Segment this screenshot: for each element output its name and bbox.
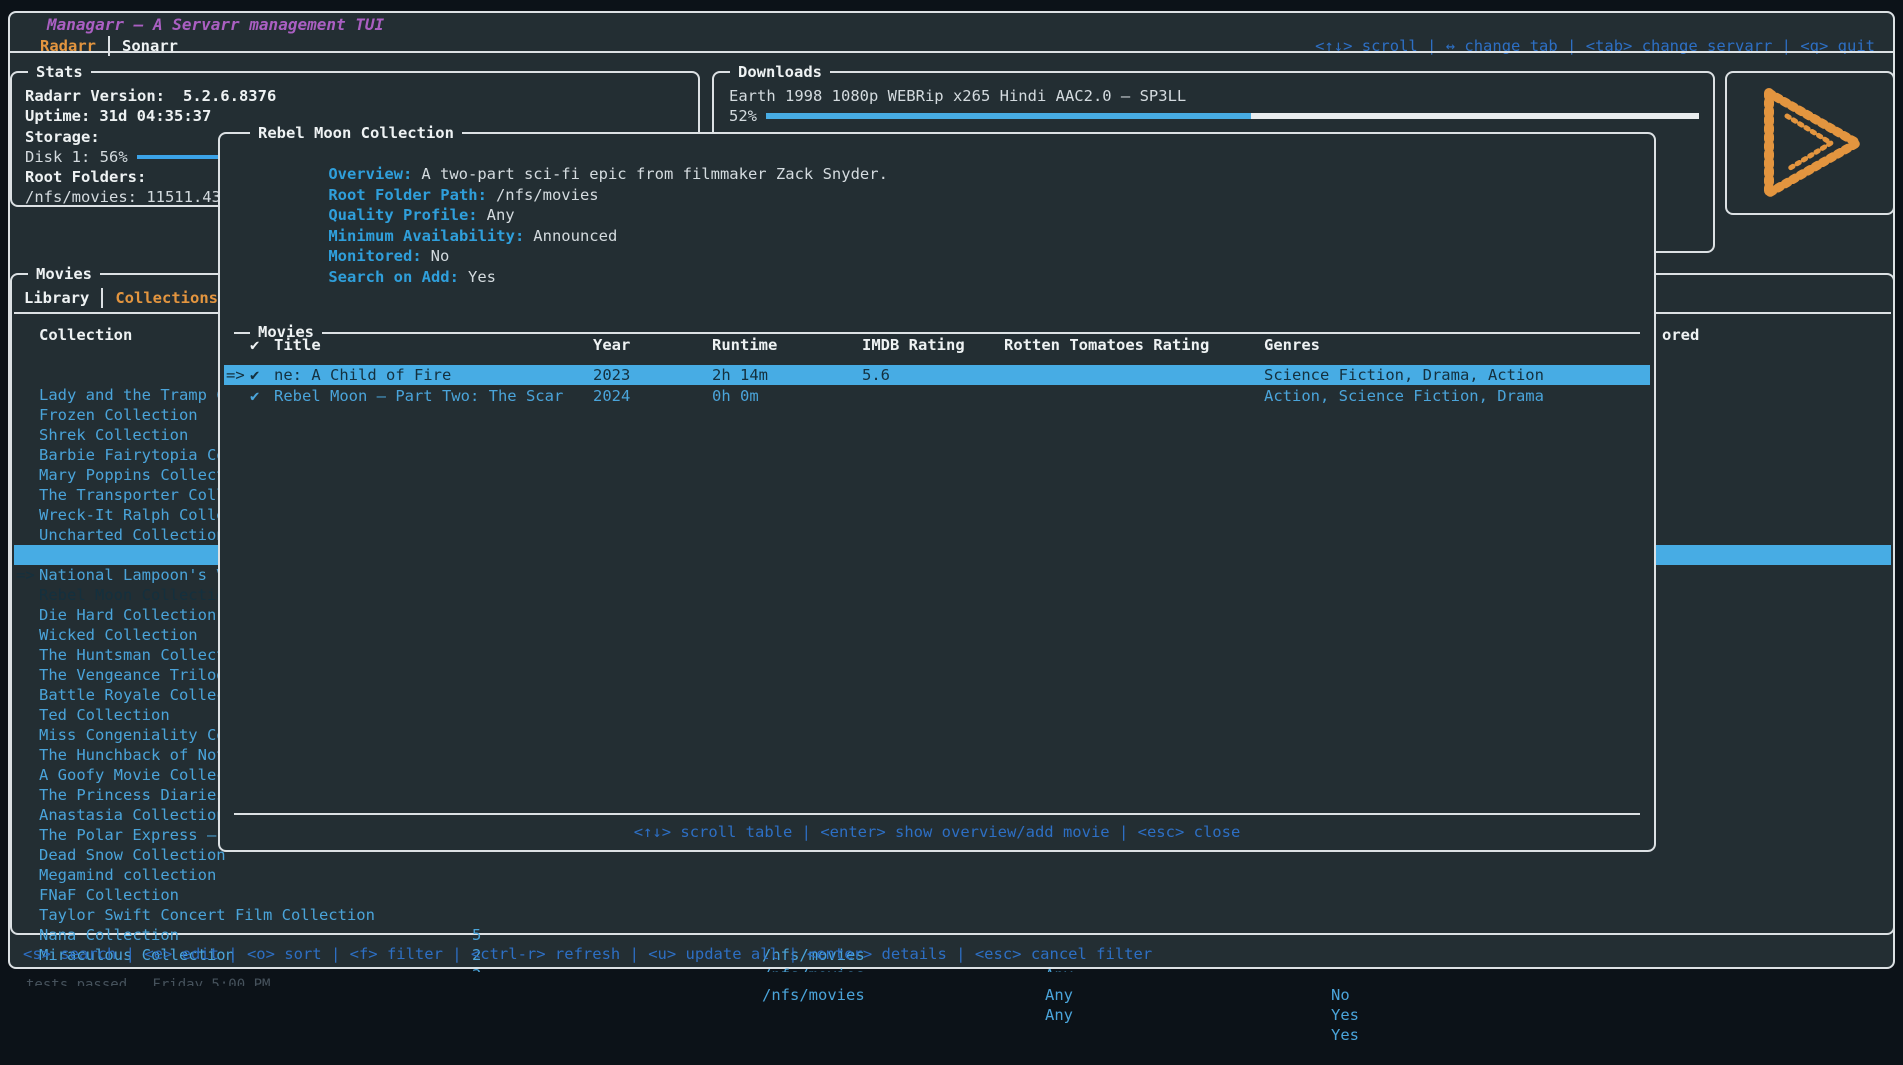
movie-year: 2023 bbox=[593, 365, 630, 385]
col-header-genres: Genres bbox=[1264, 335, 1320, 355]
col-header-runtime: Runtime bbox=[712, 335, 777, 355]
tab-collections[interactable]: Collections bbox=[115, 289, 218, 307]
download-progress-line: 52% bbox=[729, 106, 1705, 126]
collection-root-folder: /nfs/movies bbox=[762, 985, 865, 1005]
col-header-rotten-tomatoes: Rotten Tomatoes Rating bbox=[1004, 335, 1209, 355]
terminal-status-text: tests passed Friday 5:00 PM bbox=[26, 977, 270, 986]
movies-tabs: Library Collections bbox=[24, 288, 232, 308]
terminal-screen: Managarr – A Servarr management TUI Rada… bbox=[0, 0, 1903, 986]
collection-row[interactable]: Taylor Swift Concert Film Collection 5 /… bbox=[14, 865, 1891, 885]
movies-table-top-border bbox=[234, 332, 1640, 334]
terminal-status-bar: tests passed Friday 5:00 PM bbox=[0, 972, 1903, 986]
col-header-title: Title bbox=[274, 335, 321, 355]
modal-field: Overview:A two-part sci-fi epic from fil… bbox=[235, 144, 888, 164]
monitored-header-fragment: ored bbox=[1662, 325, 1699, 345]
logo-panel bbox=[1725, 71, 1895, 215]
selected-row-marker: => bbox=[226, 365, 245, 385]
check-icon: ✔ bbox=[250, 365, 259, 385]
movie-row[interactable]: ✔ Rebel Moon – Part Two: The Scar 2024 0… bbox=[224, 386, 1650, 406]
collection-column-header: Collection bbox=[39, 325, 132, 345]
modal-field: Monitored:No bbox=[235, 226, 449, 246]
collection-quality-profile: Any bbox=[1045, 1005, 1073, 1025]
movie-genres: Science Fiction, Drama, Action bbox=[1264, 365, 1544, 385]
app-title: Managarr – A Servarr management TUI bbox=[40, 15, 391, 34]
col-header-year: Year bbox=[593, 335, 630, 355]
movies-table-bottom-border bbox=[234, 813, 1640, 815]
collection-quality-profile: Any bbox=[1045, 985, 1073, 1005]
movies-panel-title: Movies bbox=[28, 264, 100, 284]
version-value: 5.2.6.8376 bbox=[183, 87, 276, 105]
uptime-value: 31d 04:35:37 bbox=[99, 107, 211, 125]
col-header-check-icon: ✔ bbox=[250, 335, 259, 355]
collection-row[interactable]: Nana Collection 2 /nfs/movies Any Yes bbox=[14, 885, 1891, 905]
modal-field-label: Search on Add: bbox=[328, 268, 459, 286]
root-folder-value: /nfs/movies: 11511.43 GB bbox=[25, 187, 249, 207]
header-separator bbox=[10, 51, 1893, 53]
keybinding-hints-top: <↑↓> scroll | ↔ change tab | <tab> chang… bbox=[1315, 36, 1875, 56]
collection-monitored: No bbox=[1331, 985, 1350, 1005]
collection-details-modal: Rebel Moon Collection Overview:A two-par… bbox=[218, 132, 1656, 852]
radarr-logo-icon bbox=[1747, 86, 1873, 200]
collection-row[interactable]: Miraculous Collection 2 /nfs/movies Any … bbox=[14, 905, 1891, 925]
collection-movie-count: 5 bbox=[472, 925, 481, 945]
stats-panel-title: Stats bbox=[28, 62, 91, 82]
stats-uptime-line: Uptime: 31d 04:35:37 bbox=[25, 106, 211, 126]
keybinding-hints-bottom: <s> search | <e> edit | <o> sort | <f> f… bbox=[23, 944, 1152, 964]
col-header-imdb: IMDB Rating bbox=[862, 335, 965, 355]
download-item-title: Earth 1998 1080p WEBRip x265 Hindi AAC2.… bbox=[729, 86, 1186, 106]
modal-field: Root Folder Path:/nfs/movies bbox=[235, 165, 599, 185]
downloads-panel-title: Downloads bbox=[730, 62, 830, 82]
disk-usage-label: Disk 1: 56% bbox=[25, 147, 128, 167]
movie-row[interactable]: => ✔ ne: A Child of Fire 2023 2h 14m 5.6… bbox=[224, 365, 1650, 385]
storage-label: Storage: bbox=[25, 127, 100, 147]
movie-genres: Action, Science Fiction, Drama bbox=[1264, 386, 1544, 406]
modal-title: Rebel Moon Collection bbox=[250, 123, 462, 143]
modal-field-value: Announced bbox=[533, 227, 617, 245]
modal-field: Search on Add:Yes bbox=[235, 247, 496, 267]
tab-divider bbox=[108, 36, 110, 56]
modal-field: Quality Profile:Any bbox=[235, 185, 515, 205]
stats-version-line: Radarr Version: 5.2.6.8376 bbox=[25, 86, 276, 106]
modal-keybinding-hints: <↑↓> scroll table | <enter> show overvie… bbox=[220, 823, 1654, 841]
servarr-tabs: Radarr Sonarr bbox=[40, 36, 178, 56]
modal-field: Minimum Availability:Announced bbox=[235, 206, 617, 226]
movie-title: ne: A Child of Fire bbox=[274, 365, 451, 385]
movie-imdb-rating: 5.6 bbox=[862, 365, 890, 385]
uptime-label: Uptime: bbox=[25, 107, 90, 125]
movie-runtime: 2h 14m bbox=[712, 365, 768, 385]
tab-library[interactable]: Library bbox=[24, 289, 89, 307]
download-progress-bar bbox=[766, 113, 1699, 119]
movie-title: Rebel Moon – Part Two: The Scar bbox=[274, 386, 563, 406]
root-folders-label: Root Folders: bbox=[25, 167, 146, 187]
version-label: Radarr Version: bbox=[25, 87, 165, 105]
collection-monitored: Yes bbox=[1331, 1025, 1359, 1045]
download-percent: 52% bbox=[729, 106, 757, 126]
modal-field-value: Yes bbox=[468, 268, 496, 286]
tab-divider bbox=[101, 288, 103, 308]
collection-monitored: Yes bbox=[1331, 1005, 1359, 1025]
check-icon: ✔ bbox=[250, 386, 259, 406]
movie-runtime: 0h 0m bbox=[712, 386, 759, 406]
movie-year: 2024 bbox=[593, 386, 630, 406]
